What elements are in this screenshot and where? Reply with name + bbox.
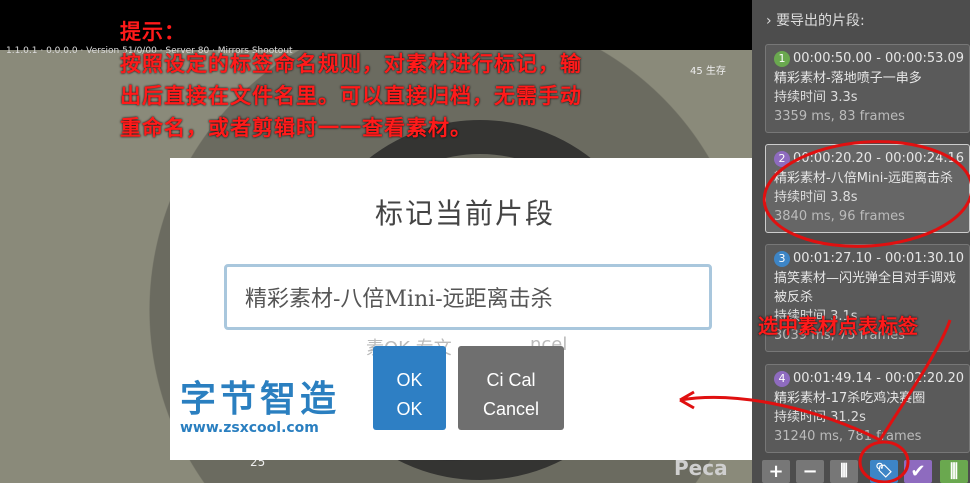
tip-annotation: 提示： 按照设定的标签命名规则，对素材进行标记，输 出后直接在文件名里。可以直接…: [120, 16, 582, 144]
clip-label-input[interactable]: [224, 264, 712, 330]
clip-range: 00:01:27.10 - 00:01:30.10: [793, 251, 965, 266]
tip-line-1: 提示：: [120, 20, 186, 44]
ok-label-2: OK: [396, 398, 423, 419]
clip-name: 精彩素材-17杀吃鸡决赛圈: [774, 391, 926, 406]
ok-label-1: OK: [396, 369, 423, 390]
site-logo: 字节智造 www.zsxcool.com: [180, 379, 341, 437]
clip-range: 00:01:49.14 - 00:02:20.20: [793, 371, 965, 386]
clip-frames: 31240 ms, 781 frames: [774, 429, 922, 444]
split-clip-button[interactable]: ⫴: [830, 460, 858, 483]
clip-duration: 持续时间 3.3s: [774, 90, 858, 105]
clip-name: 精彩素材-落地喷子一串多: [774, 71, 922, 86]
clip-name: 搞笑素材—闪光弹全目对手调戏被反杀: [774, 271, 957, 305]
clip-frames: 3359 ms, 83 frames: [774, 109, 905, 124]
panel-title-text: 要导出的片段:: [776, 13, 865, 29]
cancel-label-1: Ci Cal: [486, 369, 536, 390]
chevron-right-icon: ›: [766, 13, 772, 29]
tip-line-2: 按照设定的标签命名规则，对素材进行标记，输: [120, 52, 582, 76]
clip-item-selected[interactable]: 2 00:00:20.20 - 00:00:24.16 精彩素材-八倍Mini-远…: [765, 144, 970, 233]
logo-name: 字节智造: [180, 379, 341, 420]
confirm-button[interactable]: ✔: [904, 460, 932, 483]
tag-button[interactable]: 🏷: [870, 460, 898, 483]
cancel-button[interactable]: Ci Cal Cancel: [458, 346, 564, 430]
clip-index-badge: 1: [774, 51, 790, 67]
add-clip-button[interactable]: +: [762, 460, 790, 483]
tip-line-3: 出后直接在文件名里。可以直接归档，无需手动: [120, 84, 582, 108]
cancel-label-2: Cancel: [482, 398, 540, 419]
clip-name: 精彩素材-八倍Mini-远距离击杀: [774, 171, 954, 186]
clip-item[interactable]: 4 00:01:49.14 - 00:02:20.20 精彩素材-17杀吃鸡决赛圈…: [765, 364, 970, 453]
clip-item[interactable]: 1 00:00:50.00 - 00:00:53.09 精彩素材-落地喷子一串多 …: [765, 44, 970, 133]
tip-line-4: 重命名，或者剪辑时一一查看素材。: [120, 116, 472, 140]
ok-button[interactable]: OK OK: [373, 346, 446, 430]
remove-clip-button[interactable]: −: [796, 460, 824, 483]
clip-index-badge: 3: [774, 251, 790, 267]
mark-clip-dialog: 标记当前片段 素OK 专文 ncel OK OK Ci Cal Cancel 字…: [170, 158, 766, 460]
export-clip-panel: › 要导出的片段: 1 00:00:50.00 - 00:00:53.09 精彩素…: [752, 0, 970, 483]
logo-url: www.zsxcool.com: [180, 420, 319, 436]
clip-frames: 3840 ms, 96 frames: [774, 209, 905, 224]
clip-index-badge: 4: [774, 371, 790, 387]
export-button[interactable]: ⫼: [940, 460, 968, 483]
clip-range: 00:00:50.00 - 00:00:53.09: [793, 51, 965, 66]
clip-index-badge: 2: [774, 151, 790, 167]
side-annotation-label: 选中素材点表标签: [758, 314, 918, 338]
panel-title: › 要导出的片段:: [766, 10, 865, 30]
clip-duration: 持续时间 31.2s: [774, 410, 866, 425]
hud-top-right: 45 生存: [690, 66, 726, 77]
clip-range: 00:00:20.20 - 00:00:24.16: [793, 151, 965, 166]
clip-duration: 持续时间 3.8s: [774, 190, 858, 205]
dialog-title: 标记当前片段: [374, 197, 555, 230]
